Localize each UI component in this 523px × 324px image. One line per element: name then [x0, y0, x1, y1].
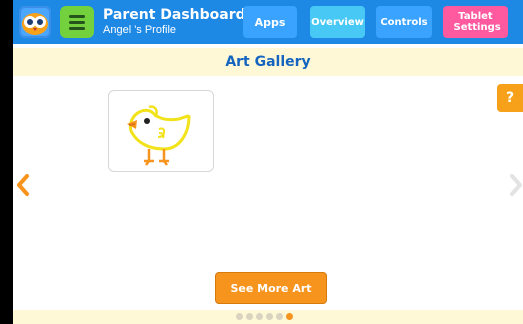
pagination-dots [236, 313, 293, 320]
owl-face-icon [22, 13, 48, 35]
section-header: Art Gallery [13, 48, 523, 76]
help-label: ? [505, 90, 515, 106]
chick-drawing-image [127, 105, 191, 166]
see-more-art-button[interactable]: See More Art [215, 272, 327, 304]
help-button[interactable]: ? [497, 84, 523, 112]
gallery-next-button[interactable] [505, 170, 523, 200]
tab-controls[interactable]: Controls [376, 6, 432, 38]
page-dot-6-active[interactable] [286, 313, 293, 320]
page-dot-4[interactable] [266, 313, 273, 320]
tab-apps[interactable]: Apps [243, 6, 297, 38]
chevron-right-icon [510, 174, 522, 196]
top-header: Parent Dashboard Angel 's Profile Apps O… [13, 0, 523, 44]
dashboard-title-block: Parent Dashboard Angel 's Profile [103, 8, 246, 37]
profile-name: Angel 's Profile [103, 24, 177, 36]
app-frame: Parent Dashboard Angel 's Profile Apps O… [13, 0, 523, 324]
gallery-prev-button[interactable] [13, 170, 34, 200]
chevron-left-icon [17, 174, 29, 196]
page-dot-1[interactable] [236, 313, 243, 320]
page-dot-3[interactable] [256, 313, 263, 320]
page-dot-2[interactable] [246, 313, 253, 320]
logo-button[interactable] [19, 6, 51, 38]
menu-button[interactable] [60, 6, 94, 38]
art-thumbnail[interactable] [108, 90, 214, 172]
tab-tablet-settings-label: Tablet Settings [453, 11, 501, 33]
page-dot-5[interactable] [276, 313, 283, 320]
tab-tablet-settings[interactable]: Tablet Settings [443, 6, 508, 38]
page-title: Parent Dashboard [103, 7, 246, 23]
tab-overview[interactable]: Overview [310, 6, 365, 38]
section-title: Art Gallery [225, 54, 311, 70]
